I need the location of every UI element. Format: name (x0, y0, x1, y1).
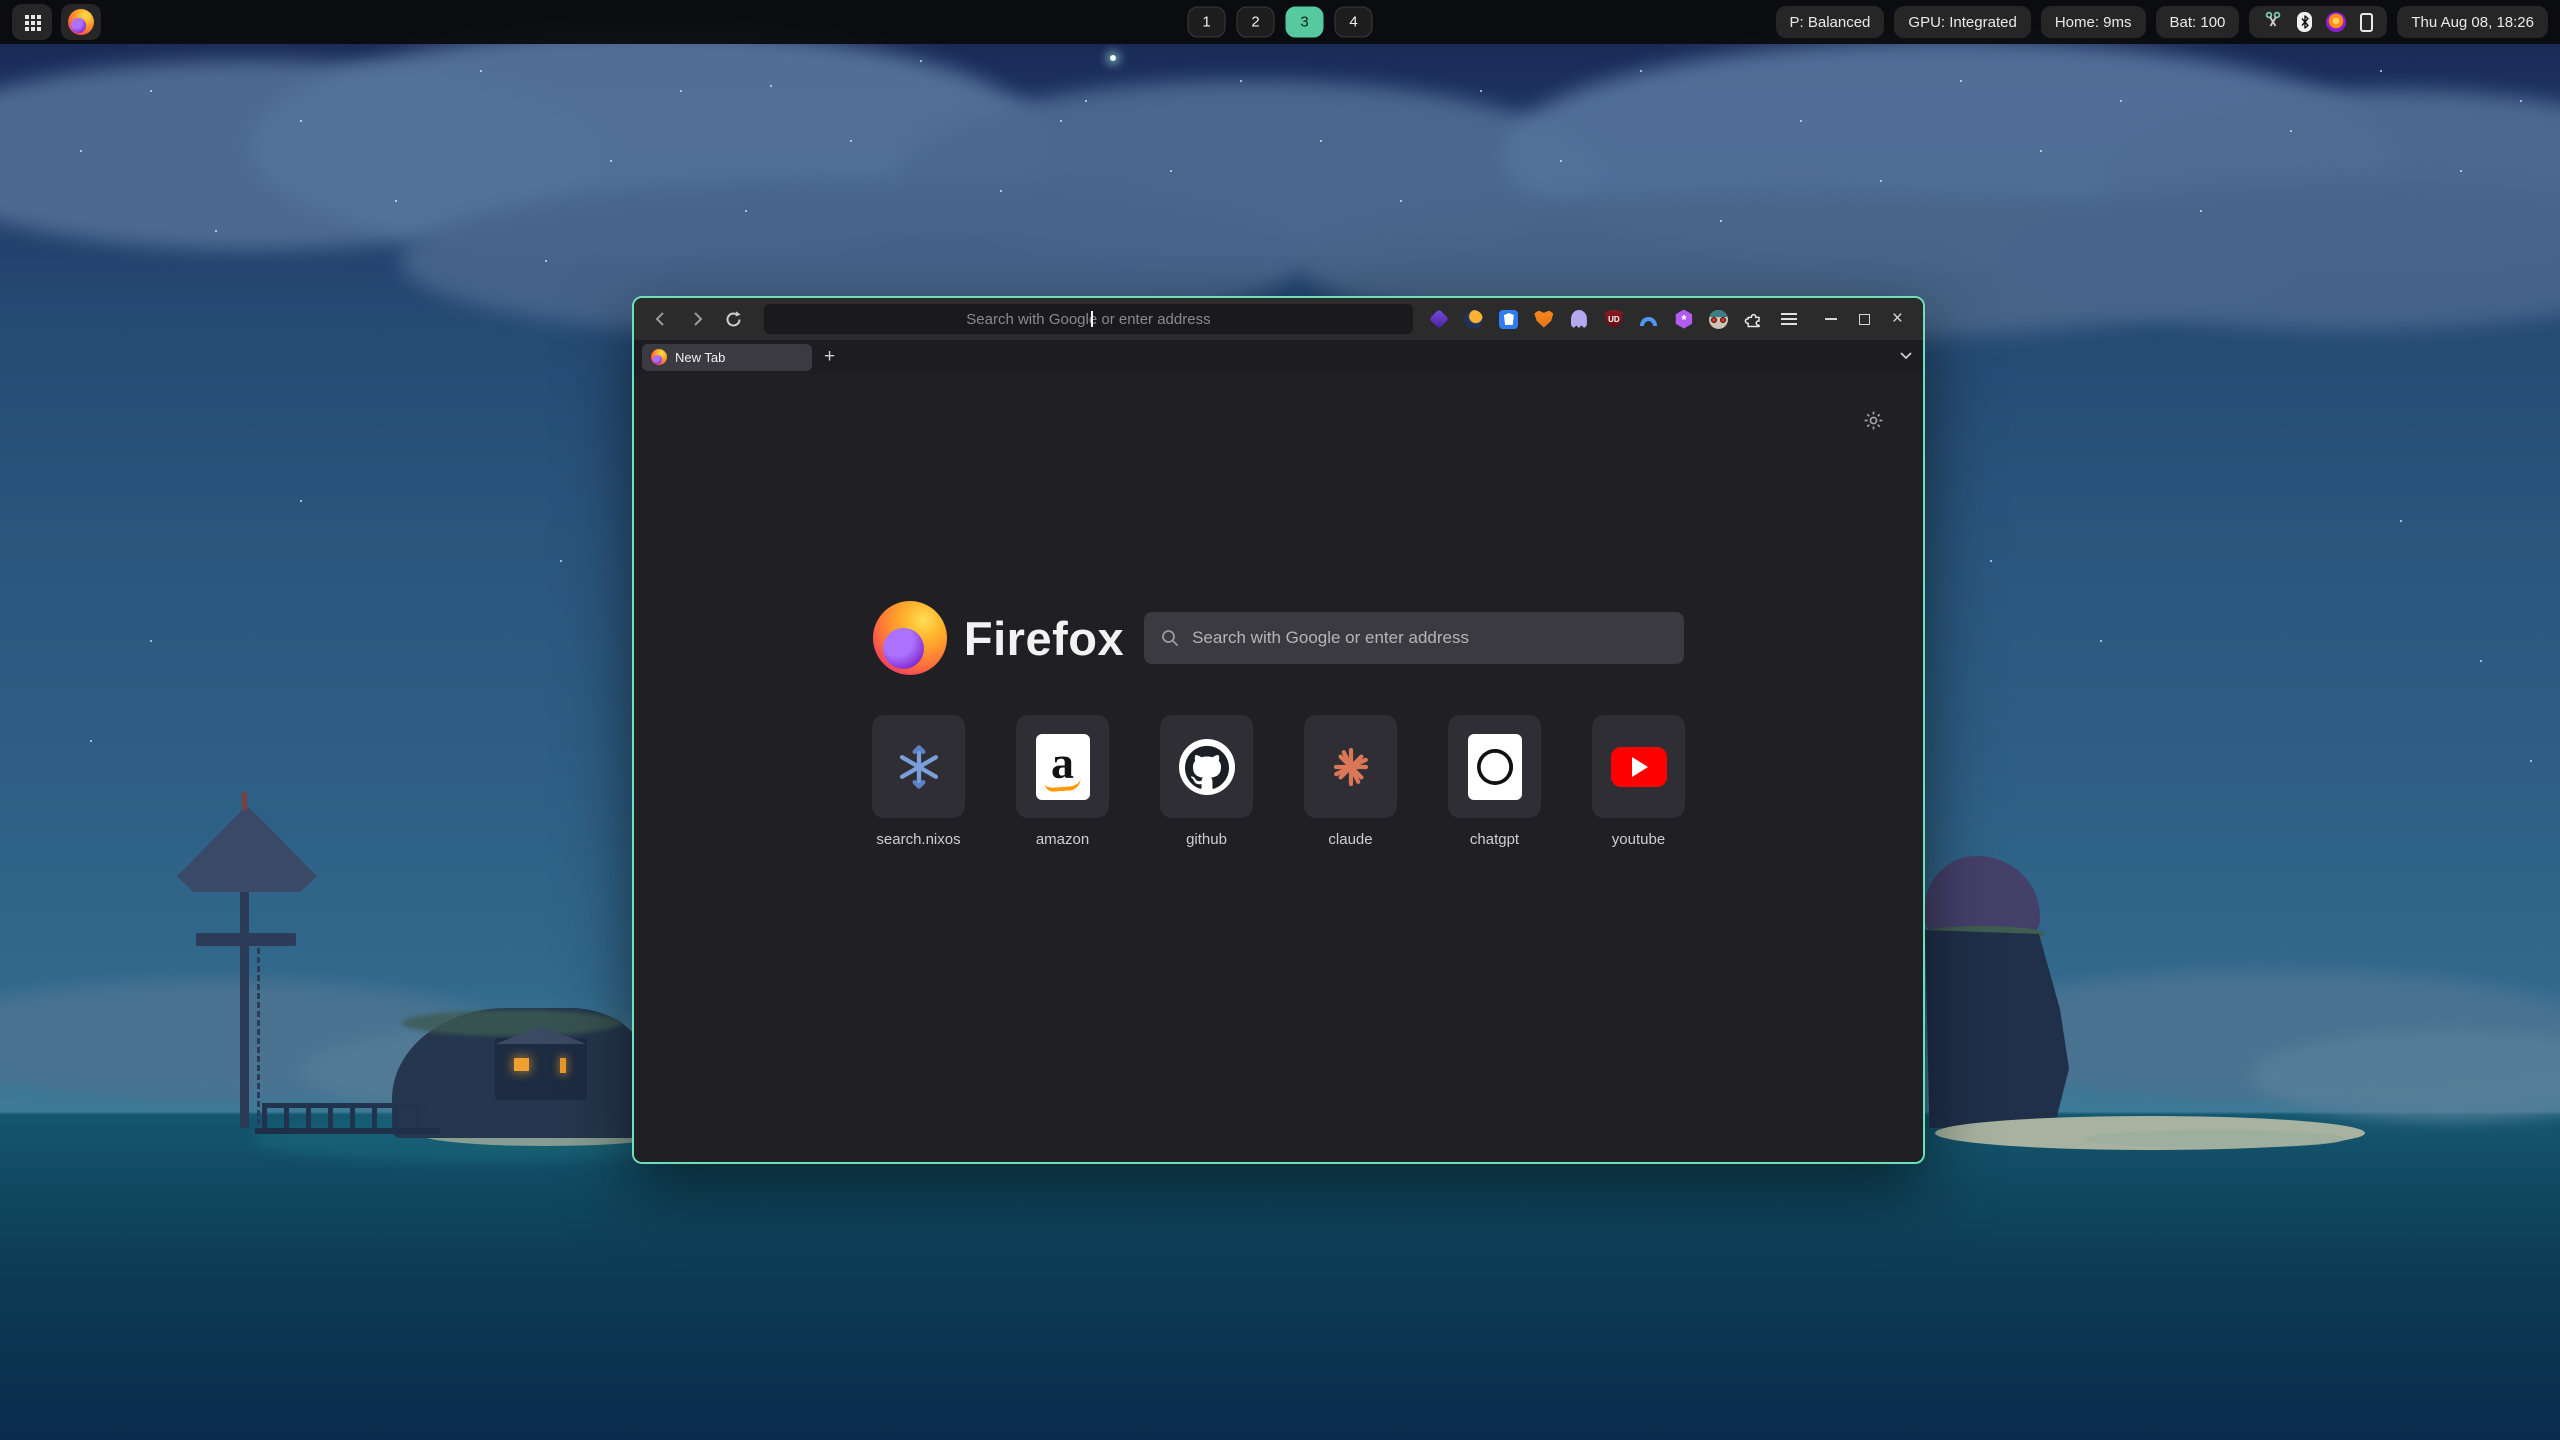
minimize-button[interactable] (1825, 318, 1837, 320)
youtube-play-icon (1611, 747, 1667, 787)
close-button[interactable]: × (1892, 309, 1903, 329)
workspace-2[interactable]: 2 (1237, 7, 1275, 38)
workspace-switcher: 1 2 3 4 (1188, 7, 1373, 38)
bright-star (1110, 55, 1116, 61)
open-new-tab-button[interactable]: + (824, 346, 835, 368)
hamburger-icon (1781, 318, 1797, 320)
blue-arc-extension-icon[interactable] (1639, 309, 1659, 329)
newtab-search-placeholder: Search with Google or enter address (1192, 628, 1469, 648)
amazon-icon: a (1036, 734, 1090, 800)
tab-new-tab[interactable]: New Tab (642, 344, 812, 371)
taskbar: 1 2 3 4 P: Balanced GPU: Integrated Home… (0, 0, 2560, 44)
workspace-1[interactable]: 1 (1188, 7, 1226, 38)
extensions-bar: UD * (1429, 309, 1799, 329)
goggles-face-extension-icon[interactable] (1709, 309, 1729, 329)
watchtower-spire (242, 792, 247, 810)
apps-grid-icon (25, 15, 29, 19)
dock-rail (262, 1103, 427, 1108)
sandbar (2085, 1130, 2345, 1148)
shortcut-amazon[interactable]: a amazon (1016, 715, 1110, 848)
url-bar[interactable]: Search with Google or enter address (764, 304, 1413, 334)
firefox-icon (68, 9, 94, 35)
hut-silhouette (495, 1038, 587, 1100)
island-foliage (402, 1010, 622, 1036)
system-tray[interactable] (2249, 6, 2387, 38)
shortcut-search-nixos[interactable]: search.nixos (872, 715, 966, 848)
gpu-status[interactable]: GPU: Integrated (1894, 6, 2030, 38)
window-controls: × (1811, 309, 1911, 329)
url-bar-placeholder: Search with Google or enter address (966, 311, 1210, 328)
maximize-button[interactable] (1859, 314, 1870, 325)
tab-strip: New Tab + (634, 340, 1923, 374)
claude-starburst-icon (1327, 743, 1375, 791)
bluetooth-icon (2297, 12, 2312, 32)
firefox-window: Search with Google or enter address UD * (632, 296, 1925, 1164)
workspace-4[interactable]: 4 (1335, 7, 1373, 38)
maximize-icon (1859, 314, 1870, 325)
firefox-taskbar-button[interactable] (61, 4, 101, 40)
shortcut-youtube[interactable]: youtube (1592, 715, 1686, 848)
browser-toolbar: Search with Google or enter address UD * (634, 298, 1923, 340)
purple-diamond-extension-icon[interactable] (1429, 309, 1449, 329)
phone-icon (2360, 13, 2373, 32)
reload-button[interactable] (718, 304, 748, 334)
blue-shield-lock-extension-icon[interactable] (1499, 309, 1519, 329)
shortcut-chatgpt[interactable]: chatgpt (1448, 715, 1542, 848)
workspace-3-active[interactable]: 3 (1286, 7, 1324, 38)
watchtower-ladder (257, 948, 260, 1136)
cliff-silhouette (1922, 930, 2072, 1128)
red-shield-extension-icon[interactable]: UD (1604, 309, 1624, 329)
list-tabs-chevron-icon[interactable] (1897, 346, 1915, 369)
watchtower-pole (240, 886, 249, 1128)
search-icon (1160, 628, 1180, 648)
newtab-page: Firefox Search with Google or enter addr… (634, 374, 1923, 1162)
power-profile-status[interactable]: P: Balanced (1776, 6, 1885, 38)
hut-lit-window (514, 1058, 529, 1071)
watchtower-roof (177, 806, 317, 892)
firefox-wordmark: Firefox (964, 611, 1124, 666)
shortcuts-row: search.nixos a amazon (872, 715, 1686, 848)
app-launcher-button[interactable] (12, 4, 52, 40)
forward-button[interactable] (682, 304, 712, 334)
github-octocat-icon (1179, 739, 1235, 795)
firefox-favicon (651, 349, 667, 365)
close-icon: × (1892, 308, 1903, 329)
metamask-fox-extension-icon[interactable] (1534, 309, 1554, 329)
personalize-gear-icon[interactable] (1862, 409, 1885, 437)
newtab-search-input[interactable]: Search with Google or enter address (1144, 612, 1684, 664)
extensions-puzzle-icon[interactable] (1744, 309, 1764, 329)
firefox-logo (873, 601, 947, 675)
purple-hexagon-extension-icon[interactable]: * (1674, 309, 1694, 329)
minimize-icon (1825, 318, 1837, 320)
latency-status[interactable]: Home: 9ms (2041, 6, 2146, 38)
text-caret (1091, 311, 1093, 327)
ghost-extension-icon[interactable] (1569, 309, 1589, 329)
flame-icon (2326, 12, 2346, 32)
battery-status[interactable]: Bat: 100 (2156, 6, 2240, 38)
watchtower-platform (196, 933, 296, 946)
shortcut-claude[interactable]: claude (1304, 715, 1398, 848)
shortcut-github[interactable]: github (1160, 715, 1254, 848)
nixos-snowflake-icon (893, 741, 945, 793)
orange-swirl-extension-icon[interactable] (1464, 309, 1484, 329)
openai-knot-icon (1468, 734, 1522, 800)
scissors-icon (2263, 10, 2283, 34)
hut-lit-window (560, 1058, 566, 1073)
menu-button[interactable] (1779, 309, 1799, 329)
dock-deck (255, 1128, 440, 1134)
back-button[interactable] (646, 304, 676, 334)
clock[interactable]: Thu Aug 08, 18:26 (2397, 6, 2548, 38)
tab-title: New Tab (675, 350, 725, 365)
